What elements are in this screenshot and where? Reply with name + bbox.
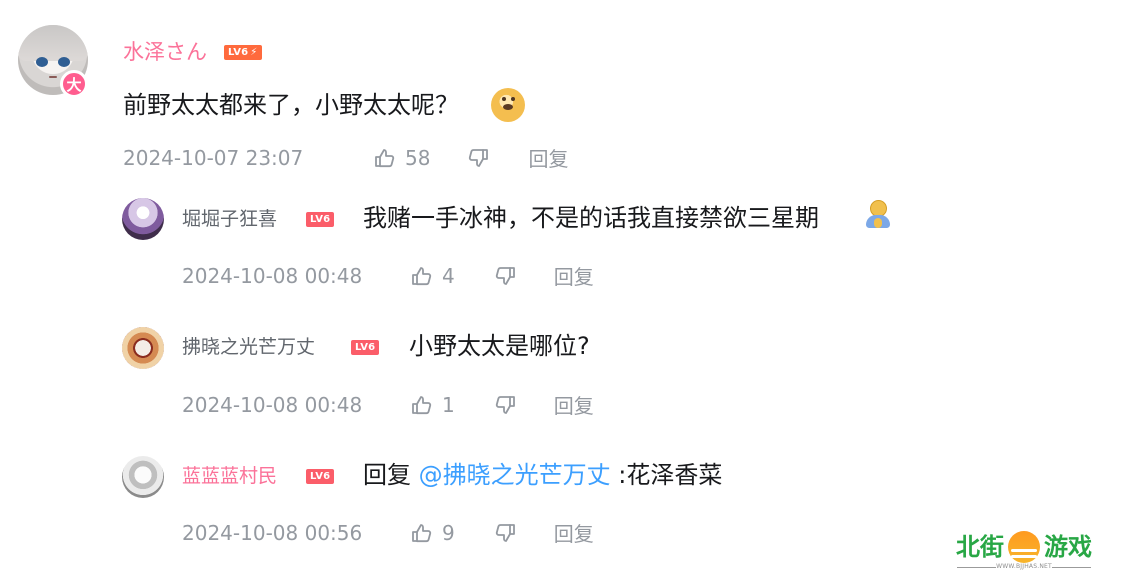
reply-meta: 2024-10-08 00:48 1 回复 bbox=[182, 390, 594, 419]
like-count: 58 bbox=[405, 145, 431, 170]
dislike-button[interactable] bbox=[493, 393, 517, 417]
reply-meta: 2024-10-08 00:48 4 回复 bbox=[182, 261, 594, 290]
thumb-up-icon bbox=[412, 523, 432, 542]
reply-meta: 2024-10-08 00:56 9 回复 bbox=[182, 518, 594, 547]
thumb-up-icon bbox=[412, 395, 432, 414]
watermark-text-right: 游戏 bbox=[1044, 533, 1092, 561]
dog-emoji-icon bbox=[491, 88, 525, 122]
thumb-up-icon bbox=[412, 266, 432, 285]
thumb-down-icon bbox=[469, 148, 489, 167]
dislike-button[interactable] bbox=[493, 521, 517, 545]
avatar-eye-left bbox=[36, 57, 48, 67]
dog-snout bbox=[503, 104, 513, 110]
sun-icon bbox=[1008, 531, 1040, 563]
like-button[interactable]: 1 bbox=[410, 393, 455, 417]
reply-username[interactable]: 蓝蓝蓝村民 bbox=[182, 467, 277, 486]
reply-text: 小野太太是哪位? bbox=[409, 332, 590, 360]
reply-text: 我赌一手冰神，不是的话我直接禁欲三星期 bbox=[363, 204, 819, 232]
thumb-up-icon bbox=[375, 148, 395, 167]
like-button[interactable]: 9 bbox=[410, 521, 455, 545]
like-count: 1 bbox=[442, 392, 455, 417]
dislike-button[interactable] bbox=[466, 146, 490, 170]
reply-level-badge: LV6 bbox=[306, 469, 335, 484]
watermark-divider-right bbox=[1052, 567, 1091, 568]
main-comment: 大 水泽さん LV6 ⚡ 前野太太都来了，小野太太呢？ 2024-10-07 23… bbox=[0, 0, 1125, 190]
reply-date: 2024-10-08 00:48 bbox=[182, 392, 363, 417]
watermark-text-left: 北街 bbox=[956, 533, 1004, 561]
pray-emoji-icon bbox=[863, 198, 893, 232]
mention-link[interactable]: @拂晓之光芒万丈 bbox=[419, 461, 611, 489]
reply-date: 2024-10-08 00:56 bbox=[182, 520, 363, 545]
thumb-down-icon bbox=[495, 266, 515, 285]
reply-prefix: 回复 bbox=[363, 461, 411, 489]
reply-text: :花泽香菜 bbox=[618, 461, 723, 489]
like-count: 9 bbox=[442, 520, 455, 545]
reply-avatar[interactable] bbox=[122, 327, 164, 369]
pray-hands bbox=[874, 218, 882, 228]
avatar-mouth bbox=[49, 76, 57, 78]
comment-meta: 2024-10-07 23:07 58 回复 bbox=[123, 143, 568, 172]
thumb-down-icon bbox=[495, 395, 515, 414]
reply-level-badge: LV6 bbox=[306, 212, 335, 227]
level-badge: LV6 ⚡ bbox=[224, 45, 262, 60]
reply-level-badge: LV6 bbox=[351, 340, 380, 355]
reply-username[interactable]: 拂晓之光芒万丈 bbox=[182, 338, 315, 357]
reply-button[interactable]: 回复 bbox=[554, 261, 594, 290]
username[interactable]: 水泽さん bbox=[123, 42, 207, 63]
reply-button[interactable]: 回复 bbox=[554, 390, 594, 419]
reply-button[interactable]: 回复 bbox=[554, 518, 594, 547]
comment-date: 2024-10-07 23:07 bbox=[123, 145, 304, 170]
reply-avatar[interactable] bbox=[122, 456, 164, 498]
reply-text-line: 回复 @拂晓之光芒万丈 :花泽香菜 bbox=[363, 461, 723, 490]
like-button[interactable]: 4 bbox=[410, 264, 455, 288]
thumb-down-icon bbox=[495, 523, 515, 542]
watermark: 北街 游戏 WWW.BJJHAS.NET bbox=[956, 531, 1092, 571]
bolt-icon: ⚡ bbox=[250, 47, 258, 58]
avatar-badge: 大 bbox=[60, 70, 88, 98]
reply-date: 2024-10-08 00:48 bbox=[182, 263, 363, 288]
avatar-eye-right bbox=[58, 57, 70, 67]
reply-username[interactable]: 堀堀子狂喜 bbox=[182, 210, 277, 229]
like-button[interactable]: 58 bbox=[373, 146, 430, 170]
watermark-logo: 北街 游戏 bbox=[956, 531, 1092, 563]
dislike-button[interactable] bbox=[493, 264, 517, 288]
comment-text: 前野太太都来了，小野太太呢？ bbox=[123, 91, 459, 119]
reply-button[interactable]: 回复 bbox=[528, 143, 568, 172]
reply-avatar[interactable] bbox=[122, 198, 164, 240]
avatar-hair bbox=[18, 25, 88, 61]
like-count: 4 bbox=[442, 263, 455, 288]
level-text: LV6 bbox=[228, 47, 249, 58]
